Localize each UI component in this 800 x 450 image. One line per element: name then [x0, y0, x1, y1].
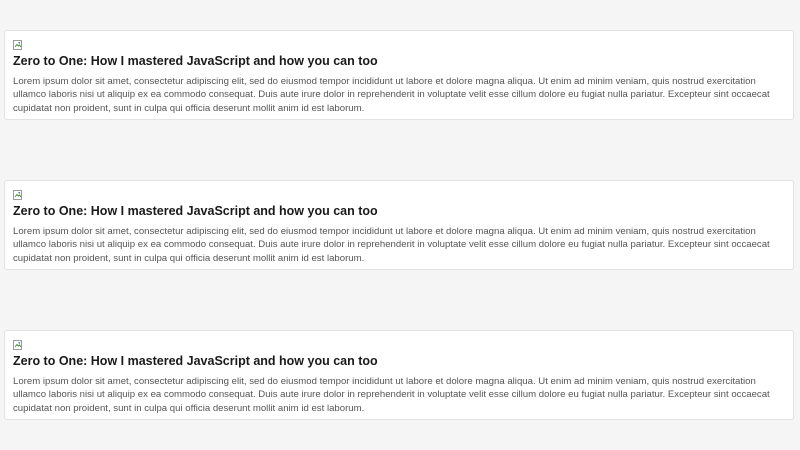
article-title[interactable]: Zero to One: How I mastered JavaScript a… [13, 53, 785, 70]
article-card[interactable]: Zero to One: How I mastered JavaScript a… [4, 180, 794, 270]
article-card[interactable]: Zero to One: How I mastered JavaScript a… [4, 30, 794, 120]
article-card[interactable]: Zero to One: How I mastered JavaScript a… [4, 330, 794, 420]
broken-image-icon [13, 190, 23, 201]
broken-image-icon [13, 40, 23, 51]
article-excerpt: Lorem ipsum dolor sit amet, consectetur … [13, 76, 770, 114]
broken-image-icon [13, 340, 23, 351]
article-feed: Zero to One: How I mastered JavaScript a… [0, 0, 800, 450]
article-title[interactable]: Zero to One: How I mastered JavaScript a… [13, 353, 785, 370]
article-excerpt: Lorem ipsum dolor sit amet, consectetur … [13, 226, 770, 264]
article-title[interactable]: Zero to One: How I mastered JavaScript a… [13, 203, 785, 220]
article-excerpt: Lorem ipsum dolor sit amet, consectetur … [13, 376, 770, 414]
